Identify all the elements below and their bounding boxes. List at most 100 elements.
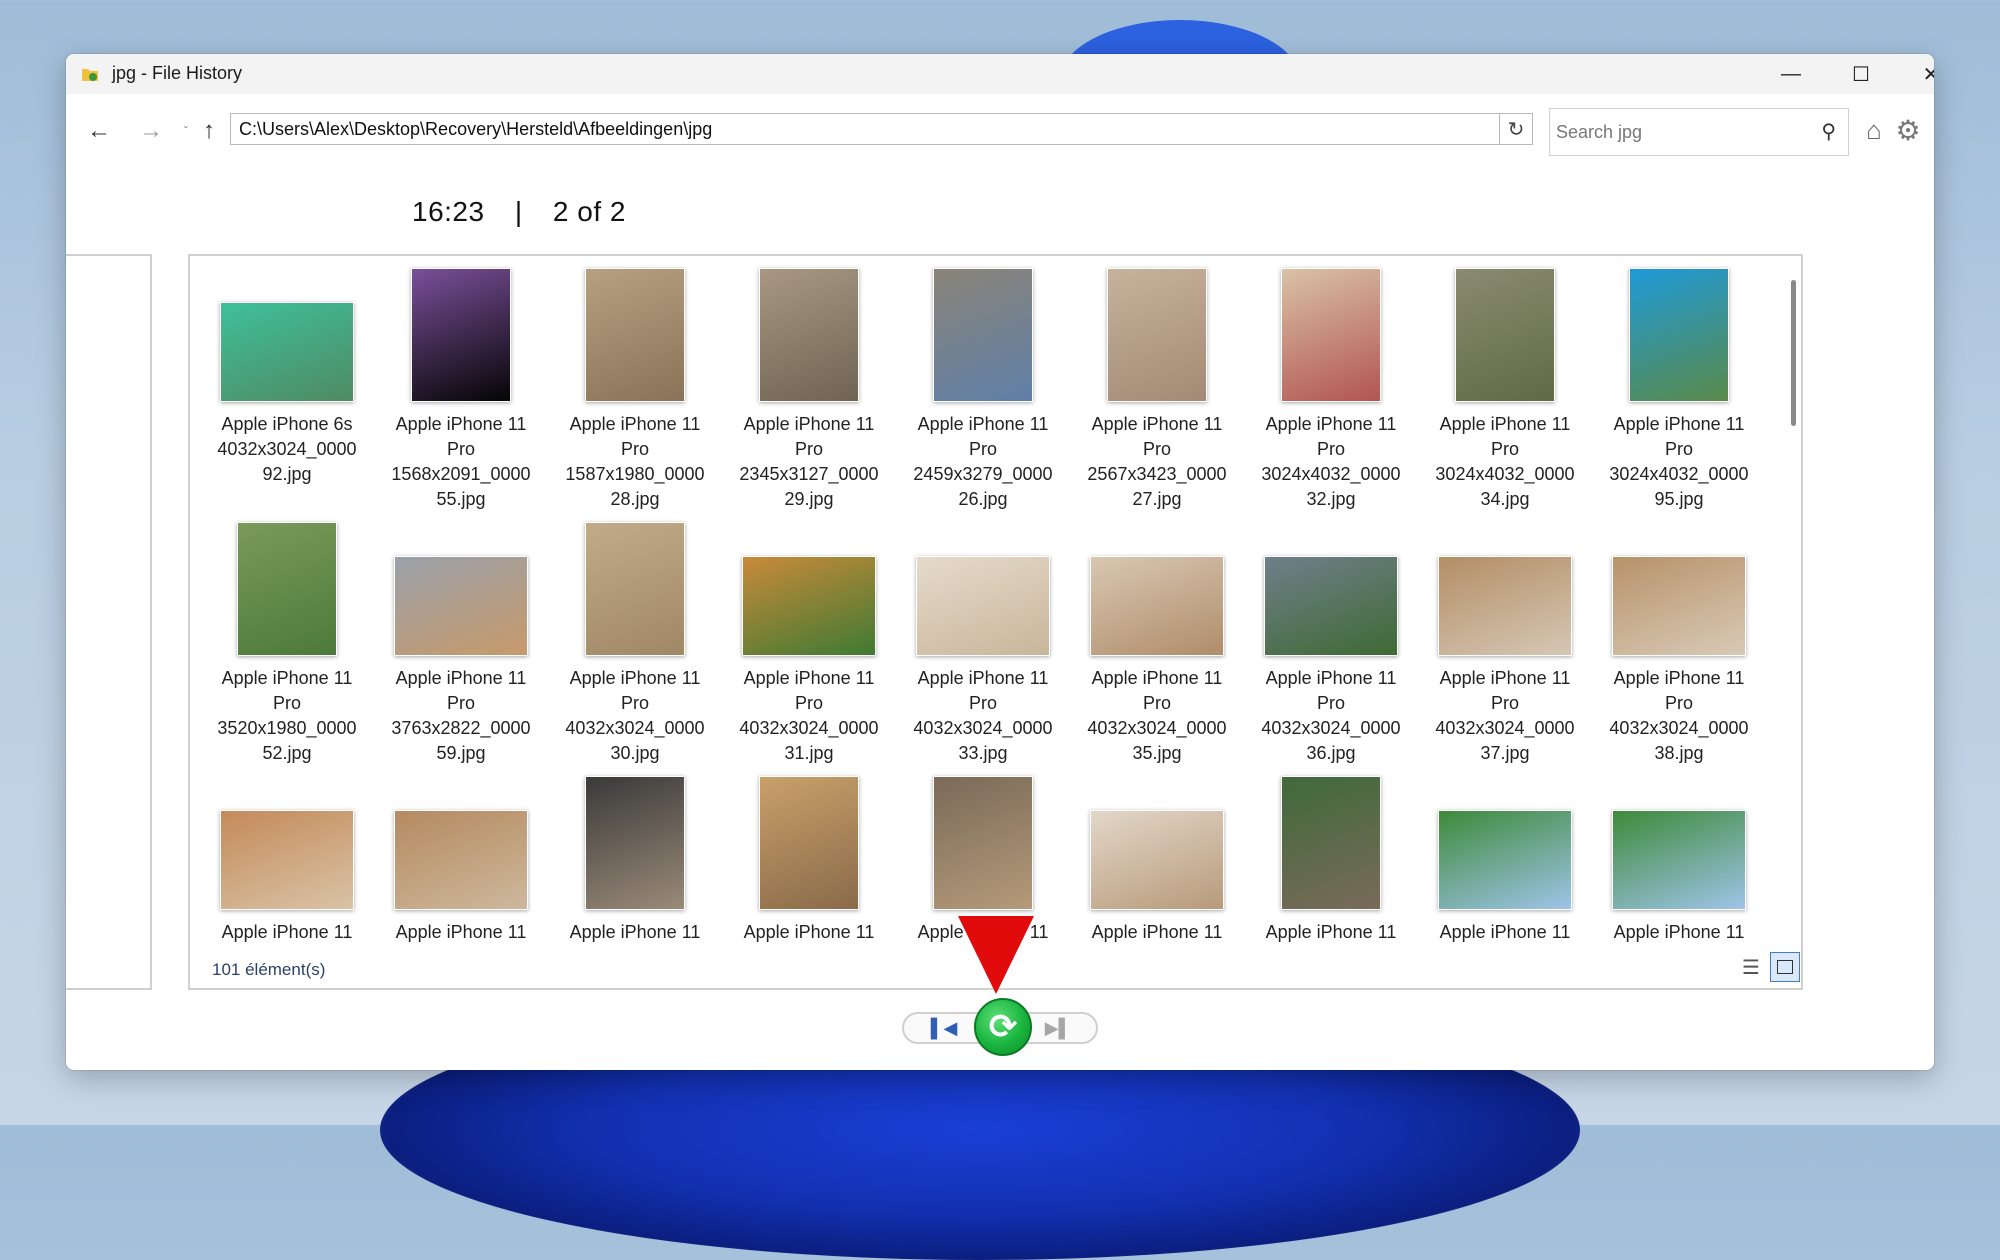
file-name-line: Apple iPhone 11 xyxy=(569,414,701,434)
file-name-line: 37.jpg xyxy=(1480,743,1530,763)
file-name-line: Pro xyxy=(1664,439,1693,459)
photo-thumbnail xyxy=(220,810,354,910)
file-name-line: 3763x2822_0000 xyxy=(391,718,531,738)
file-name-line: Apple iPhone 11 xyxy=(1265,414,1397,434)
previous-version-panel[interactable] xyxy=(66,254,152,990)
file-name-line: 2459x3279_0000 xyxy=(913,464,1053,484)
file-name-line: 92.jpg xyxy=(262,464,312,484)
file-name-line: 2345x3127_0000 xyxy=(739,464,879,484)
photo-thumbnail xyxy=(1107,268,1207,402)
thumbnail-wrapper xyxy=(200,774,374,910)
thumbnail-wrapper xyxy=(722,520,896,656)
red-arrow-down xyxy=(958,916,1034,994)
address-bar[interactable]: C:\Users\Alex\Desktop\Recovery\Hersteld\… xyxy=(230,113,1516,145)
up-arrow-icon[interactable]: ↑ xyxy=(196,114,222,148)
large-icons-view-icon[interactable] xyxy=(1770,952,1800,982)
file-name-line: 4032x3024_0000 xyxy=(1261,718,1401,738)
file-name: Apple iPhone 11 Pro 3763x2822_0000 59.jpg xyxy=(374,666,548,766)
photo-thumbnail xyxy=(1612,556,1746,656)
file-name-line: 29.jpg xyxy=(784,489,834,509)
file-name-line: 2567x3423_0000 xyxy=(1087,464,1227,484)
thumbnail-wrapper xyxy=(1592,266,1766,402)
photo-thumbnail xyxy=(585,776,685,910)
file-name: Apple iPhone 6s 4032x3024_0000 92.jpg xyxy=(200,412,374,487)
close-icon[interactable]: ✕ xyxy=(1896,54,1934,94)
search-input[interactable]: Search jpg ⚲ xyxy=(1549,108,1849,156)
version-time: 16:23 xyxy=(412,196,485,227)
file-name: Apple iPhone 11 Pro 2567x3423_0000 27.jpg xyxy=(1070,412,1244,512)
file-name: Apple iPhone 11 Pro 4032x3024_0000 37.jpg xyxy=(1418,666,1592,766)
file-name: Apple iPhone 11 xyxy=(1244,920,1418,945)
photo-thumbnail xyxy=(1090,556,1224,656)
forward-arrow-icon[interactable]: → xyxy=(134,114,168,148)
photo-thumbnail xyxy=(1090,810,1224,910)
file-name: Apple iPhone 11 Pro 3024x4032_0000 32.jpg xyxy=(1244,412,1418,512)
home-icon[interactable]: ⌂ xyxy=(1860,115,1888,145)
restore-icon[interactable]: ⟳ xyxy=(974,998,1032,1056)
search-icon[interactable]: ⚲ xyxy=(1821,109,1836,155)
window-title: jpg - File History xyxy=(112,63,243,83)
file-name-line: 36.jpg xyxy=(1306,743,1356,763)
refresh-icon[interactable]: ↻ xyxy=(1499,113,1533,145)
file-name-line: Pro xyxy=(794,693,823,713)
file-name-line: Apple iPhone 11 xyxy=(221,668,353,688)
file-name: Apple iPhone 11 Pro 3024x4032_0000 34.jpg xyxy=(1418,412,1592,512)
file-name-line: Pro xyxy=(1142,693,1171,713)
thumbnail-wrapper xyxy=(896,520,1070,656)
file-name-line: Pro xyxy=(1316,439,1345,459)
details-view-icon[interactable]: ☰ xyxy=(1738,954,1764,980)
timeline-separator: | xyxy=(514,196,523,227)
minimize-icon[interactable]: — xyxy=(1756,54,1826,94)
photo-thumbnail xyxy=(933,776,1033,910)
previous-version-icon[interactable]: ▌◀ xyxy=(922,1016,966,1040)
thumbnail-wrapper xyxy=(548,520,722,656)
photo-thumbnail xyxy=(1438,810,1572,910)
file-name-line: Apple iPhone 11 xyxy=(917,668,1049,688)
file-name-line: 1587x1980_0000 xyxy=(565,464,705,484)
file-name-line: 32.jpg xyxy=(1306,489,1356,509)
thumbnail-wrapper xyxy=(374,520,548,656)
thumbnail-wrapper xyxy=(374,266,548,402)
gear-icon[interactable]: ⚙ xyxy=(1894,115,1922,146)
photo-thumbnail xyxy=(759,776,859,910)
file-name-line: 26.jpg xyxy=(958,489,1008,509)
scrollbar-thumb[interactable] xyxy=(1791,280,1796,426)
address-path: C:\Users\Alex\Desktop\Recovery\Hersteld\… xyxy=(239,119,713,139)
photo-thumbnail xyxy=(1264,556,1398,656)
file-name-line: 31.jpg xyxy=(784,743,834,763)
file-name-line: Apple iPhone 11 xyxy=(1613,668,1745,688)
file-name-line: Apple iPhone 11 xyxy=(1265,668,1397,688)
file-name-line: Apple iPhone 11 xyxy=(743,414,875,434)
maximize-icon[interactable]: ☐ xyxy=(1826,54,1896,94)
file-name-line: 4032x3024_0000 xyxy=(739,718,879,738)
file-name-line: Apple iPhone 11 xyxy=(1091,668,1223,688)
file-name: Apple iPhone 11 Pro 1568x2091_0000 55.jpg xyxy=(374,412,548,512)
file-name-line: Apple iPhone 11 xyxy=(1439,922,1571,942)
file-name-line: 55.jpg xyxy=(436,489,486,509)
file-name: Apple iPhone 11 xyxy=(548,920,722,945)
file-name: Apple iPhone 11 xyxy=(1592,920,1766,945)
file-name-line: 27.jpg xyxy=(1132,489,1182,509)
app-icon xyxy=(82,69,98,81)
file-name-line: Apple iPhone 11 xyxy=(1439,414,1571,434)
current-version-panel: Apple iPhone 6s 4032x3024_0000 92.jpg Apple… xyxy=(188,254,1803,990)
thumbnail-wrapper xyxy=(1592,520,1766,656)
photo-thumbnail xyxy=(1612,810,1746,910)
file-name-line: Pro xyxy=(620,693,649,713)
file-name: Apple iPhone 11 Pro 2345x3127_0000 29.jpg xyxy=(722,412,896,512)
file-name-line: Pro xyxy=(446,439,475,459)
file-name: Apple iPhone 11 Pro 4032x3024_0000 30.jpg xyxy=(548,666,722,766)
file-grid: Apple iPhone 6s 4032x3024_0000 92.jpg Apple… xyxy=(200,266,1780,946)
recent-chevron-icon[interactable]: ˇ xyxy=(178,114,194,148)
next-version-icon[interactable]: ▶▌ xyxy=(1036,1016,1080,1040)
thumbnail-wrapper xyxy=(548,774,722,910)
back-arrow-icon[interactable]: ← xyxy=(82,114,116,148)
file-name-line: 52.jpg xyxy=(262,743,312,763)
thumbnail-wrapper xyxy=(896,266,1070,402)
file-name-line: Apple iPhone 6s xyxy=(221,414,353,434)
file-name-line: 3024x4032_0000 xyxy=(1609,464,1749,484)
file-name-line: Pro xyxy=(272,693,301,713)
photo-thumbnail xyxy=(585,522,685,656)
file-name-line: Pro xyxy=(1664,693,1693,713)
file-name: Apple iPhone 11 xyxy=(374,920,548,945)
